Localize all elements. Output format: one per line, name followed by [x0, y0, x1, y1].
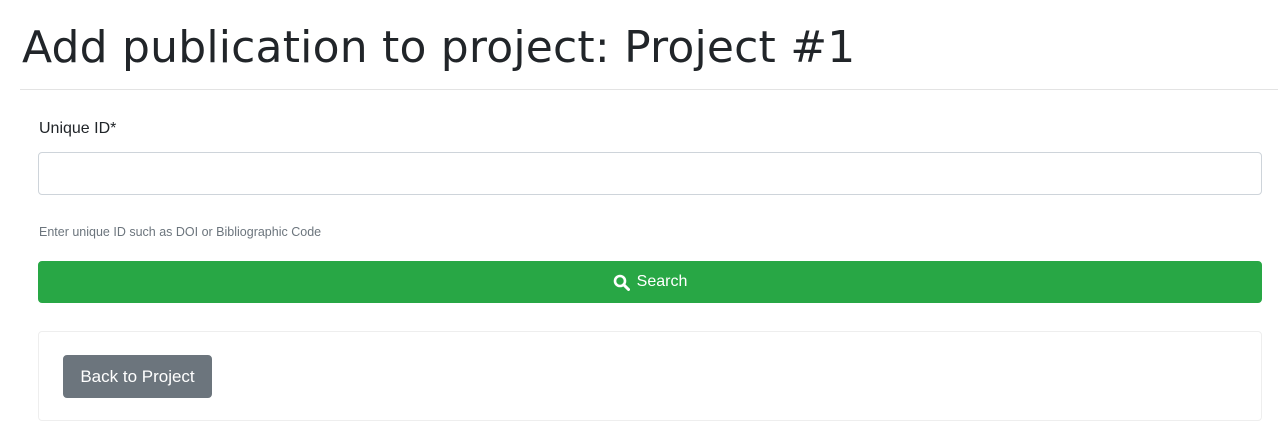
page-title: Add publication to project: Project #1: [22, 22, 856, 73]
back-to-project-button[interactable]: Back to Project: [63, 355, 212, 398]
search-button-label: Search: [636, 273, 688, 290]
title-divider: [20, 89, 1278, 90]
unique-id-input[interactable]: [38, 152, 1262, 195]
search-icon: [613, 273, 631, 291]
actions-card: Back to Project: [38, 331, 1262, 421]
unique-id-help-text: Enter unique ID such as DOI or Bibliogra…: [39, 225, 322, 239]
page: Add publication to project: Project #1 U…: [0, 0, 1280, 443]
search-button[interactable]: Search: [38, 261, 1262, 303]
unique-id-label: Unique ID*: [39, 120, 117, 137]
